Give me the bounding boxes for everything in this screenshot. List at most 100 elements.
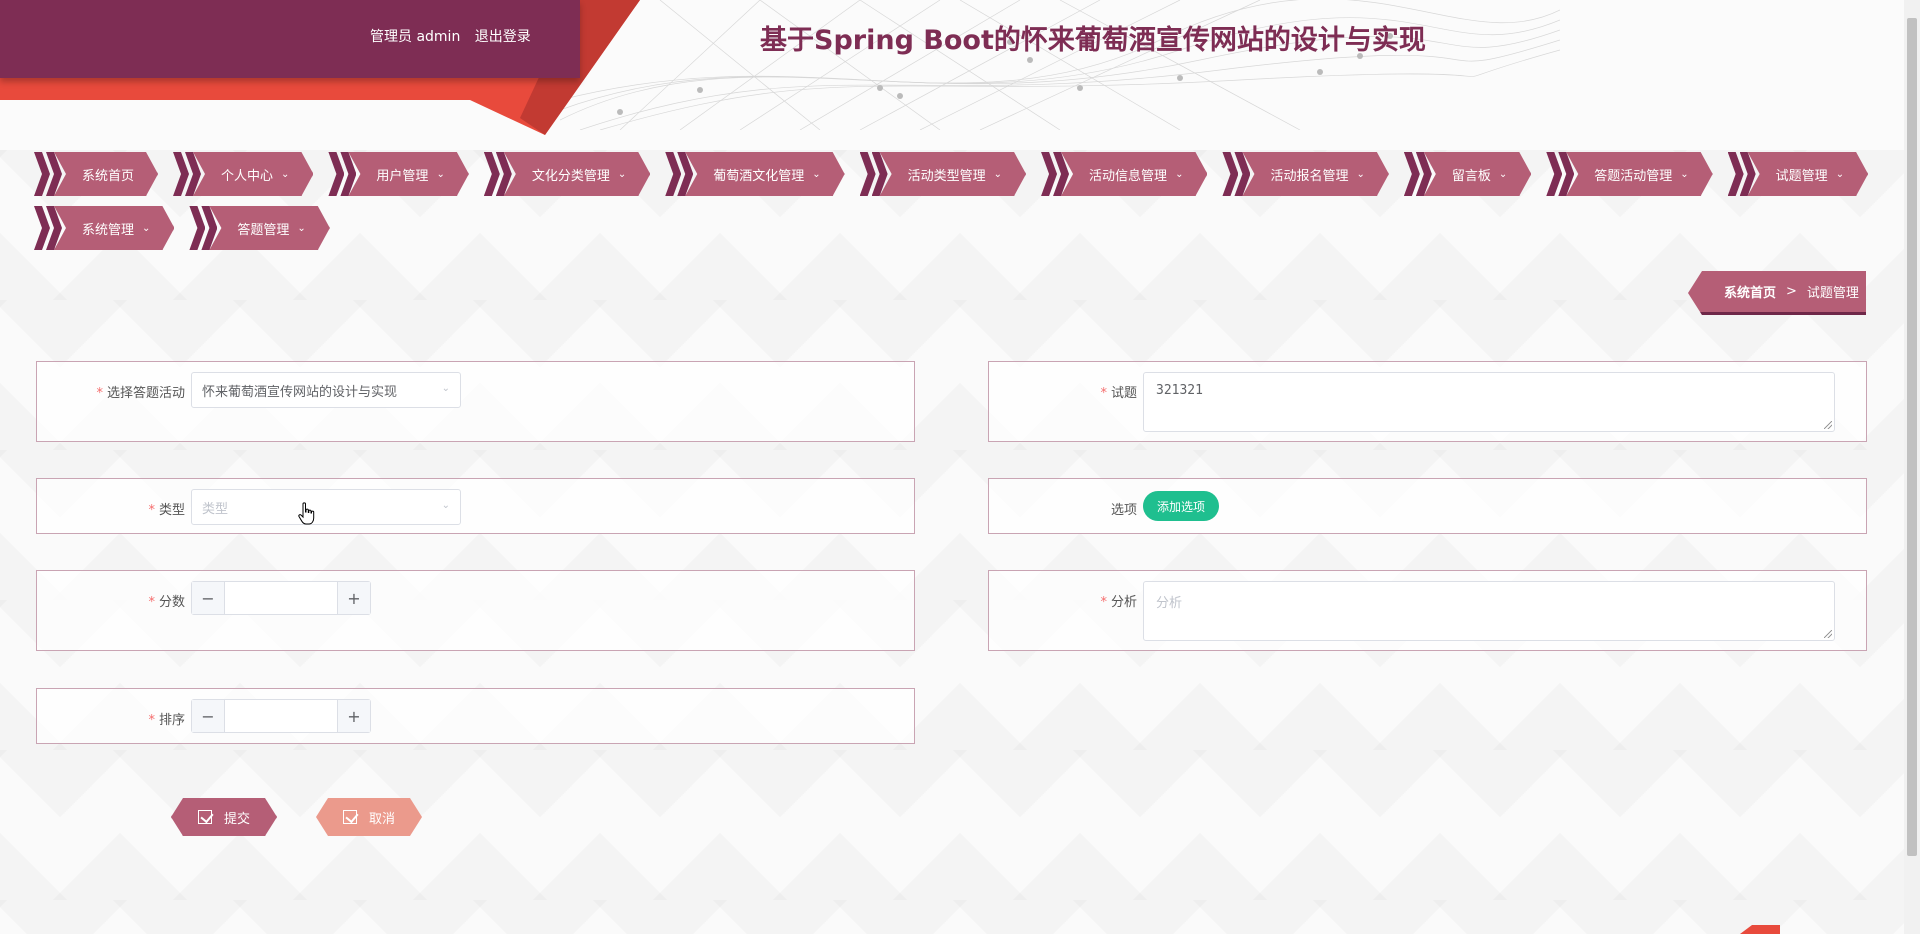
breadcrumb-current: 试题管理 xyxy=(1806,286,1859,301)
hand-pointer-icon xyxy=(298,502,315,525)
nav-item-row1-10[interactable]: 试题管理 ⌄ xyxy=(1727,152,1868,196)
nav-item-body[interactable]: 活动信息管理 ⌄ xyxy=(1061,152,1207,196)
nav-item-label: 活动信息管理 xyxy=(1089,168,1168,184)
chevron-down-icon: ⌄ xyxy=(297,222,306,234)
nav-item-body[interactable]: 活动报名管理 ⌄ xyxy=(1242,152,1388,196)
background-pattern xyxy=(0,150,1904,934)
nav-item-row1-1[interactable]: 个人中心 ⌄ xyxy=(173,152,313,196)
nav-item-row1-6[interactable]: 活动信息管理 ⌄ xyxy=(1041,152,1207,196)
nav-item-row1-9[interactable]: 答题活动管理 ⌄ xyxy=(1546,152,1712,196)
activity-select[interactable]: 怀来葡萄酒宣传网站的设计与实现 ⌄ xyxy=(191,372,461,408)
chevron-down-icon: ⌄ xyxy=(281,168,290,180)
nav-item-label: 答题活动管理 xyxy=(1594,168,1673,184)
sort-stepper[interactable]: − + xyxy=(191,699,371,733)
add-option-button[interactable]: 添加选项 xyxy=(1143,491,1220,521)
nav-item-row1-2[interactable]: 用户管理 ⌄ xyxy=(328,152,468,196)
nav-item-label: 答题管理 xyxy=(237,222,290,238)
nav-chevron-decoration xyxy=(1222,152,1239,196)
nav-item-body[interactable]: 答题管理 ⌄ xyxy=(209,206,329,250)
form-row-options: 选项 添加选项 xyxy=(988,478,1867,534)
nav-chevron-decoration xyxy=(1403,152,1420,196)
nav-item-row1-5[interactable]: 活动类型管理 ⌄ xyxy=(859,152,1026,196)
chevron-down-icon: ⌄ xyxy=(142,222,151,234)
submit-button[interactable]: 提交 xyxy=(171,798,277,836)
logout-link[interactable]: 退出登录 xyxy=(475,29,531,45)
breadcrumb-home[interactable]: 系统首页 xyxy=(1724,282,1776,301)
nav-item-label: 试题管理 xyxy=(1775,168,1828,184)
chevron-down-icon: ⌄ xyxy=(1175,168,1184,180)
analysis-label: * 分析 xyxy=(1100,595,1137,610)
nav-item-label: 文化分类管理 xyxy=(531,168,610,184)
user-info: 管理员 admin 退出登录 xyxy=(370,26,531,46)
nav-chevron-decoration xyxy=(328,152,345,196)
nav-item-label: 系统管理 xyxy=(82,222,135,238)
site-title: 基于Spring Boot的怀来葡萄酒宣传网站的设计与实现 xyxy=(760,25,1426,56)
score-increment-button[interactable]: + xyxy=(337,582,370,614)
sort-input[interactable] xyxy=(225,700,337,732)
nav-item-label: 留言板 xyxy=(1451,168,1491,184)
nav-chevron-decoration xyxy=(665,152,682,196)
options-label: 选项 xyxy=(1110,503,1137,518)
nav-item-row1-3[interactable]: 文化分类管理 ⌄ xyxy=(483,152,650,196)
breadcrumb: 系统首页 > 试题管理 xyxy=(1688,271,1866,315)
nav-chevron-decoration xyxy=(173,152,190,196)
activity-label: * 选择答题活动 xyxy=(96,386,185,401)
nav-chevron-decoration xyxy=(1546,152,1563,196)
sort-increment-button[interactable]: + xyxy=(337,700,370,732)
type-select[interactable]: 类型 ⌄ xyxy=(191,489,461,525)
form-row-question: * 试题 321321 xyxy=(988,361,1867,442)
score-input[interactable] xyxy=(225,582,337,614)
chevron-down-icon: ⌄ xyxy=(993,168,1003,180)
nav-item-body[interactable]: 答题活动管理 ⌄ xyxy=(1566,152,1712,196)
type-label: * 类型 xyxy=(148,503,185,518)
scrollbar-thumb[interactable] xyxy=(1907,18,1917,856)
nav-item-body[interactable]: 个人中心 ⌄ xyxy=(193,152,313,196)
nav-item-row1-8[interactable]: 留言板 ⌄ xyxy=(1403,152,1531,196)
resize-grip-icon[interactable] xyxy=(1824,421,1832,429)
nav-item-body[interactable]: 系统管理 ⌄ xyxy=(54,206,174,250)
question-label: * 试题 xyxy=(1100,386,1137,401)
nav-chevron-decoration xyxy=(189,206,206,250)
chevron-down-icon: ⌄ xyxy=(1680,168,1689,180)
checkbox-edit-icon xyxy=(198,810,212,824)
analysis-placeholder: 分析 xyxy=(1156,596,1183,611)
nav-item-body[interactable]: 活动类型管理 ⌄ xyxy=(880,152,1026,196)
nav-item-row2-0[interactable]: 系统管理 ⌄ xyxy=(34,206,174,250)
nav-item-row1-4[interactable]: 葡萄酒文化管理 ⌄ xyxy=(665,152,844,196)
nav-item-body[interactable]: 文化分类管理 ⌄ xyxy=(504,152,650,196)
chevron-down-icon: ⌄ xyxy=(441,383,450,394)
form-row-score: * 分数 − + xyxy=(36,570,915,651)
nav-item-body[interactable]: 试题管理 ⌄ xyxy=(1748,152,1868,196)
nav-item-body[interactable]: 留言板 ⌄ xyxy=(1424,152,1531,196)
nav-chevron-decoration xyxy=(1727,152,1744,196)
cancel-label: 取消 xyxy=(368,811,395,827)
main-nav: 系统首页 个人中心 ⌄ 用户管理 ⌄ 文化分类管理 ⌄ 葡萄酒文化管理 ⌄ 活动类型管理 ⌄ 活动信息… xyxy=(34,152,1864,260)
question-value: 321321 xyxy=(1156,383,1203,398)
resize-grip-icon[interactable] xyxy=(1824,630,1832,638)
checkbox-edit-icon xyxy=(343,810,357,824)
cancel-button[interactable]: 取消 xyxy=(316,798,422,836)
user-role: 管理员 admin xyxy=(370,29,461,45)
nav-item-row1-0[interactable]: 系统首页 xyxy=(34,152,158,196)
nav-item-body[interactable]: 用户管理 ⌄ xyxy=(348,152,468,196)
analysis-textarea[interactable]: 分析 xyxy=(1143,581,1835,641)
chevron-down-icon: ⌄ xyxy=(441,500,450,511)
chevron-down-icon: ⌄ xyxy=(1356,168,1365,180)
type-select-placeholder: 类型 xyxy=(202,501,229,517)
activity-select-value: 怀来葡萄酒宣传网站的设计与实现 xyxy=(202,384,398,400)
sort-decrement-button[interactable]: − xyxy=(192,700,225,732)
form-row-activity: * 选择答题活动 怀来葡萄酒宣传网站的设计与实现 ⌄ xyxy=(36,361,915,442)
nav-chevron-decoration xyxy=(34,206,50,250)
chevron-down-icon: ⌄ xyxy=(812,168,821,180)
score-stepper[interactable]: − + xyxy=(191,581,371,615)
nav-item-body[interactable]: 系统首页 xyxy=(54,152,158,196)
nav-item-row1-7[interactable]: 活动报名管理 ⌄ xyxy=(1222,152,1388,196)
score-decrement-button[interactable]: − xyxy=(192,582,225,614)
nav-item-label: 葡萄酒文化管理 xyxy=(713,168,805,184)
question-textarea[interactable]: 321321 xyxy=(1143,372,1835,432)
form-row-analysis: * 分析 分析 xyxy=(988,570,1867,651)
nav-item-row2-1[interactable]: 答题管理 ⌄ xyxy=(189,206,329,250)
vertical-scrollbar[interactable] xyxy=(1904,0,1920,934)
nav-item-body[interactable]: 葡萄酒文化管理 ⌄ xyxy=(685,152,844,196)
form-row-type: * 类型 类型 ⌄ xyxy=(36,478,915,534)
